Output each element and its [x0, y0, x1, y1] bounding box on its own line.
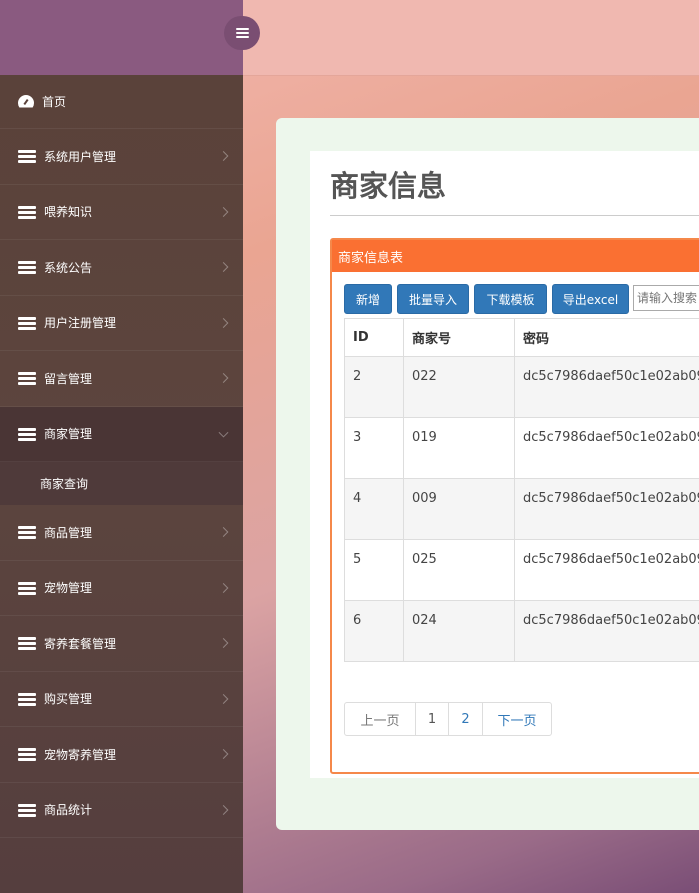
sidebar-item-system-users[interactable]: 系统用户管理: [0, 129, 243, 185]
list-icon: [18, 427, 36, 441]
cell-id: 6: [344, 600, 404, 662]
list-icon: [18, 260, 36, 275]
chevron-right-icon: [218, 582, 229, 593]
list-icon: [18, 205, 36, 219]
table-row[interactable]: 5 025 dc5c7986daef50c1e02ab09: [344, 539, 699, 601]
sidebar-subitem-label: 商家查询: [40, 477, 89, 491]
cell-id: 3: [344, 417, 404, 479]
chevron-down-icon: [218, 427, 229, 438]
cell-merchant-no: 024: [403, 600, 515, 662]
sidebar-subitem-merchant-query[interactable]: 商家查询: [0, 462, 243, 505]
sidebar-item-label: 留言管理: [44, 371, 93, 386]
add-button[interactable]: 新增: [344, 284, 392, 314]
sidebar-item-feeding-knowledge[interactable]: 喂养知识: [0, 185, 243, 240]
sidebar-logo-area: [0, 0, 243, 75]
sidebar-toggle-button[interactable]: [224, 16, 260, 50]
chevron-right-icon: [218, 804, 229, 815]
table-row[interactable]: 2 022 dc5c7986daef50c1e02ab09: [344, 356, 699, 418]
sidebar-item-pets[interactable]: 宠物管理: [0, 561, 243, 616]
cell-id: 2: [344, 356, 404, 418]
column-header-id[interactable]: ID: [344, 318, 404, 357]
sidebar-menu: 首页 系统用户管理 喂养知识 系统公告 用户注册管理 留言管理 商家管理 商家查…: [0, 75, 243, 838]
list-icon: [18, 747, 36, 762]
sidebar-item-label: 喂养知识: [44, 205, 93, 220]
chevron-right-icon: [218, 693, 229, 704]
batch-import-button[interactable]: 批量导入: [397, 284, 469, 314]
list-icon: [18, 371, 36, 386]
sidebar-item-label: 系统用户管理: [44, 149, 117, 164]
cell-password: dc5c7986daef50c1e02ab09: [514, 539, 699, 601]
merchant-table-card: 商家信息表 新增 批量导入 下载模板 导出excel ID 商家号 密码 2 0…: [330, 238, 699, 774]
sidebar-item-messages[interactable]: 留言管理: [0, 351, 243, 407]
table-row[interactable]: 3 019 dc5c7986daef50c1e02ab09: [344, 417, 699, 479]
chevron-right-icon: [218, 638, 229, 649]
sidebar-item-purchases[interactable]: 购买管理: [0, 672, 243, 727]
sidebar-item-label: 宠物管理: [44, 581, 93, 596]
sidebar-item-label: 商品统计: [44, 803, 93, 818]
page-1-button[interactable]: 1: [415, 702, 449, 736]
merchant-table: ID 商家号 密码 2 022 dc5c7986daef50c1e02ab09 …: [344, 318, 699, 662]
list-icon: [18, 316, 36, 330]
column-header-password[interactable]: 密码: [514, 318, 699, 357]
list-icon: [18, 149, 36, 164]
sidebar-item-label: 系统公告: [44, 260, 93, 275]
chevron-right-icon: [218, 749, 229, 760]
sidebar-item-boarding-packages[interactable]: 寄养套餐管理: [0, 616, 243, 672]
top-header-bar: [243, 0, 699, 76]
chevron-right-icon: [218, 151, 229, 162]
list-icon: [18, 581, 36, 595]
sidebar: 首页 系统用户管理 喂养知识 系统公告 用户注册管理 留言管理 商家管理 商家查…: [0, 0, 243, 893]
sidebar-item-products[interactable]: 商品管理: [0, 505, 243, 561]
cell-id: 5: [344, 539, 404, 601]
chevron-right-icon: [218, 317, 229, 328]
next-page-button[interactable]: 下一页: [482, 702, 552, 736]
cell-merchant-no: 009: [403, 478, 515, 540]
sidebar-item-label: 首页: [42, 95, 67, 109]
table-row[interactable]: 6 024 dc5c7986daef50c1e02ab09: [344, 600, 699, 662]
chevron-right-icon: [218, 206, 229, 217]
cell-password: dc5c7986daef50c1e02ab09: [514, 356, 699, 418]
sidebar-item-label: 商家管理: [44, 427, 93, 442]
title-divider: [330, 215, 699, 216]
sidebar-item-label: 用户注册管理: [44, 316, 117, 331]
sidebar-item-user-registration[interactable]: 用户注册管理: [0, 296, 243, 351]
sidebar-item-home[interactable]: 首页: [0, 75, 243, 129]
download-template-button[interactable]: 下载模板: [474, 284, 547, 314]
pagination: 上一页 1 2 下一页: [344, 702, 552, 736]
card-header: 商家信息表: [332, 240, 699, 272]
page-title: 商家信息: [330, 169, 447, 203]
cell-merchant-no: 019: [403, 417, 515, 479]
list-icon: [18, 803, 36, 817]
sidebar-item-pet-boarding[interactable]: 宠物寄养管理: [0, 727, 243, 783]
list-icon: [18, 692, 36, 706]
cell-merchant-no: 025: [403, 539, 515, 601]
prev-page-button[interactable]: 上一页: [344, 702, 416, 736]
page-2-button[interactable]: 2: [448, 702, 483, 736]
sidebar-item-label: 购买管理: [44, 692, 93, 707]
list-icon: [18, 525, 36, 540]
column-header-merchant-no[interactable]: 商家号: [403, 318, 515, 357]
sidebar-item-announcements[interactable]: 系统公告: [0, 240, 243, 296]
sidebar-item-label: 宠物寄养管理: [44, 747, 117, 762]
cell-id: 4: [344, 478, 404, 540]
cell-merchant-no: 022: [403, 356, 515, 418]
list-icon: [18, 636, 36, 651]
chevron-right-icon: [218, 527, 229, 538]
table-row[interactable]: 4 009 dc5c7986daef50c1e02ab09: [344, 478, 699, 540]
sidebar-item-merchants[interactable]: 商家管理: [0, 406, 243, 462]
sidebar-item-label: 商品管理: [44, 525, 93, 540]
cell-password: dc5c7986daef50c1e02ab09: [514, 478, 699, 540]
dashboard-icon: [18, 95, 34, 109]
hamburger-icon: [235, 27, 249, 39]
export-excel-button[interactable]: 导出excel: [552, 284, 629, 314]
cell-password: dc5c7986daef50c1e02ab09: [514, 417, 699, 479]
search-input[interactable]: [633, 285, 699, 311]
table-header-row: ID 商家号 密码: [344, 318, 699, 357]
chevron-right-icon: [218, 262, 229, 273]
sidebar-item-product-stats[interactable]: 商品统计: [0, 783, 243, 838]
sidebar-item-label: 寄养套餐管理: [44, 636, 117, 651]
cell-password: dc5c7986daef50c1e02ab09: [514, 600, 699, 662]
chevron-right-icon: [218, 373, 229, 384]
